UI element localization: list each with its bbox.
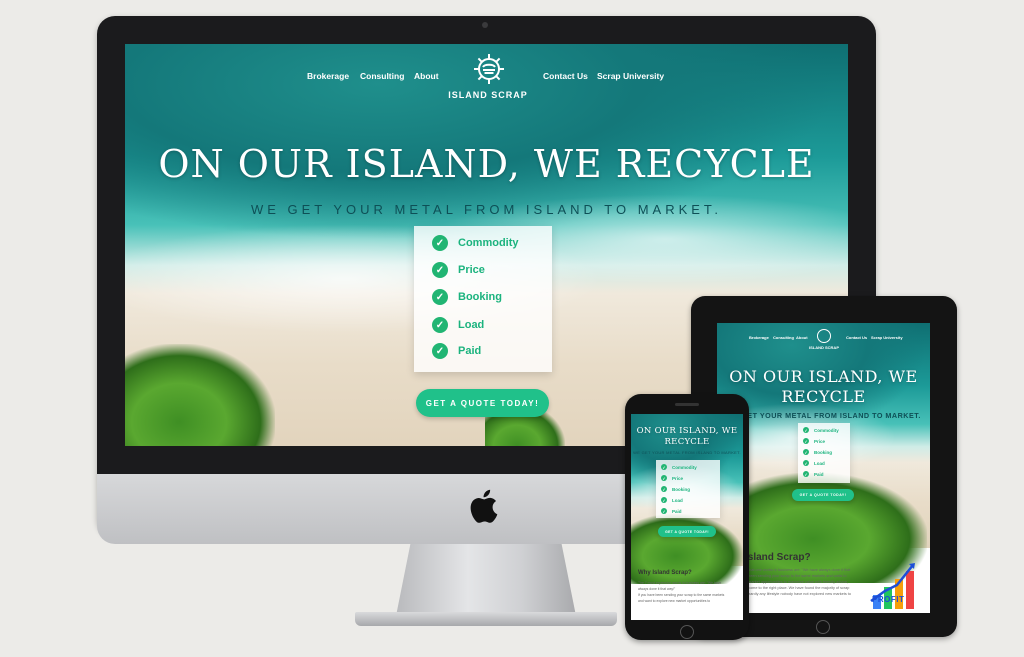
nav-item-contact-us[interactable]: Contact Us — [846, 335, 867, 340]
checklist-item: ✓ Paid — [661, 508, 682, 514]
headline-line: ON OUR ISLAND, WE — [729, 367, 918, 386]
checklist-item: ✓ Booking — [803, 449, 832, 455]
check-icon: ✓ — [803, 471, 809, 477]
check-icon: ✓ — [661, 475, 667, 481]
get-quote-button[interactable]: GET A QUOTE TODAY! — [416, 389, 549, 417]
checklist-item: ✓ Booking — [661, 486, 690, 492]
check-icon: ✓ — [432, 289, 448, 305]
checklist-label: Paid — [672, 508, 682, 514]
get-quote-button[interactable]: GET A QUOTE TODAY! — [658, 526, 716, 537]
nav-item-scrap-university[interactable]: Scrap University — [871, 335, 903, 340]
phone-home-button[interactable] — [680, 625, 694, 639]
body-line: and want to explore new market opportuni… — [638, 599, 711, 603]
nav-item-brokerage[interactable]: Brokerage — [749, 335, 769, 340]
hero-headline: ON OUR ISLAND, WE RECYCLE — [631, 426, 743, 448]
checklist-label: Paid — [458, 345, 482, 357]
nav-item-about[interactable]: About — [414, 71, 439, 81]
brand-name: ISLAND SCRAP — [448, 90, 528, 100]
headline-line: RECYCLE — [781, 387, 866, 406]
gear-icon — [817, 329, 831, 343]
checklist-card: ✓ Commodity ✓ Price ✓ Booking ✓ Load ✓ Paid — [798, 423, 850, 483]
checklist-item: ✓ Price — [661, 475, 683, 481]
checklist-item: ✓ Price — [432, 262, 485, 278]
check-icon: ✓ — [432, 317, 448, 333]
imac-foot — [355, 612, 617, 626]
checklist-label: Price — [814, 438, 826, 444]
check-icon: ✓ — [803, 438, 809, 444]
checklist-card: ✓ Commodity ✓ Price ✓ Booking ✓ Load ✓ Paid — [656, 460, 720, 518]
hero-headline: ON OUR ISLAND, WE RECYCLE — [717, 367, 930, 407]
nav-item-contact-us[interactable]: Contact Us — [543, 71, 588, 81]
apple-logo-icon — [470, 489, 498, 523]
checklist-label: Paid — [814, 471, 824, 477]
checklist-item: ✓ Price — [803, 438, 825, 444]
brand-logo[interactable]: ISLAND SCRAP — [443, 52, 533, 104]
checklist-label: Price — [672, 475, 684, 481]
checklist-label: Load — [814, 460, 825, 466]
phone-speaker — [675, 403, 699, 406]
check-icon: ✓ — [803, 427, 809, 433]
body-line: ...hardly any lifestyle nobody have not … — [745, 592, 851, 596]
section-title: Why Island Scrap? — [638, 570, 692, 576]
imac-camera — [482, 22, 488, 28]
checklist-item: ✓ Booking — [432, 289, 502, 305]
gear-icon — [474, 54, 504, 84]
checklist-label: Booking — [458, 291, 502, 303]
hero-headline: ON OUR ISLAND, WE RECYCLE — [158, 142, 815, 186]
checklist-label: Price — [458, 264, 485, 276]
checklist-item: ✓ Paid — [803, 471, 824, 477]
phone-screen: ON OUR ISLAND, WE RECYCLE WE GET YOUR ME… — [631, 414, 743, 620]
checklist-item: ✓ Load — [661, 497, 683, 503]
checklist-label: Booking — [814, 449, 832, 455]
get-quote-button[interactable]: GET A QUOTE TODAY! — [792, 489, 854, 501]
checklist-label: Commodity — [814, 427, 839, 433]
checklist-card: ✓ Commodity ✓ Price ✓ Booking ✓ Load ✓ P… — [414, 226, 552, 372]
section-title: Island Scrap? — [745, 552, 811, 563]
palm-tree-image — [125, 344, 275, 446]
check-icon: ✓ — [803, 449, 809, 455]
check-icon: ✓ — [661, 464, 667, 470]
nav-item-scrap-university[interactable]: Scrap University — [597, 71, 664, 81]
check-icon: ✓ — [661, 497, 667, 503]
tablet-home-button[interactable] — [816, 620, 830, 634]
check-icon: ✓ — [803, 460, 809, 466]
checklist-label: Booking — [672, 486, 690, 492]
checklist-label: Commodity — [672, 464, 697, 470]
checklist-item: ✓ Commodity — [432, 235, 519, 251]
checklist-item: ✓ Paid — [432, 343, 481, 359]
section-body: ...that one works in business are: "We h… — [745, 567, 865, 597]
check-icon: ✓ — [661, 508, 667, 514]
check-icon: ✓ — [661, 486, 667, 492]
checklist-item: ✓ Load — [432, 317, 484, 333]
check-icon: ✓ — [432, 343, 448, 359]
checklist-item: ✓ Load — [803, 460, 825, 466]
checklist-item: ✓ Commodity — [661, 464, 697, 470]
checklist-label: Load — [458, 319, 485, 331]
hero-tagline: WE GET YOUR METAL FROM ISLAND TO MARKET. — [250, 202, 723, 217]
checklist-label: Load — [672, 497, 683, 503]
nav-item-consulting[interactable]: Consulting — [360, 71, 404, 81]
profit-label: PROFIT — [872, 595, 905, 604]
phone-hero: ON OUR ISLAND, WE RECYCLE WE GET YOUR ME… — [631, 414, 743, 584]
brand-name: ISLAND SCRAP — [808, 345, 839, 350]
checklist-item: ✓ Commodity — [803, 427, 839, 433]
headline-line: ON OUR ISLAND, WE — [636, 426, 738, 436]
checklist-label: Commodity — [458, 237, 519, 249]
check-icon: ✓ — [432, 235, 448, 251]
check-icon: ✓ — [432, 262, 448, 278]
imac-stand — [396, 544, 576, 616]
headline-line: RECYCLE — [664, 437, 710, 447]
nav-item-brokerage[interactable]: Brokerage — [307, 71, 349, 81]
nav-item-about[interactable]: About — [796, 335, 808, 340]
nav-item-consulting[interactable]: Consulting — [773, 335, 794, 340]
section-body: The 7 most expensive words in business a… — [638, 580, 738, 604]
hero-tagline: WE GET YOUR METAL FROM ISLAND TO MARKET. — [633, 450, 741, 455]
